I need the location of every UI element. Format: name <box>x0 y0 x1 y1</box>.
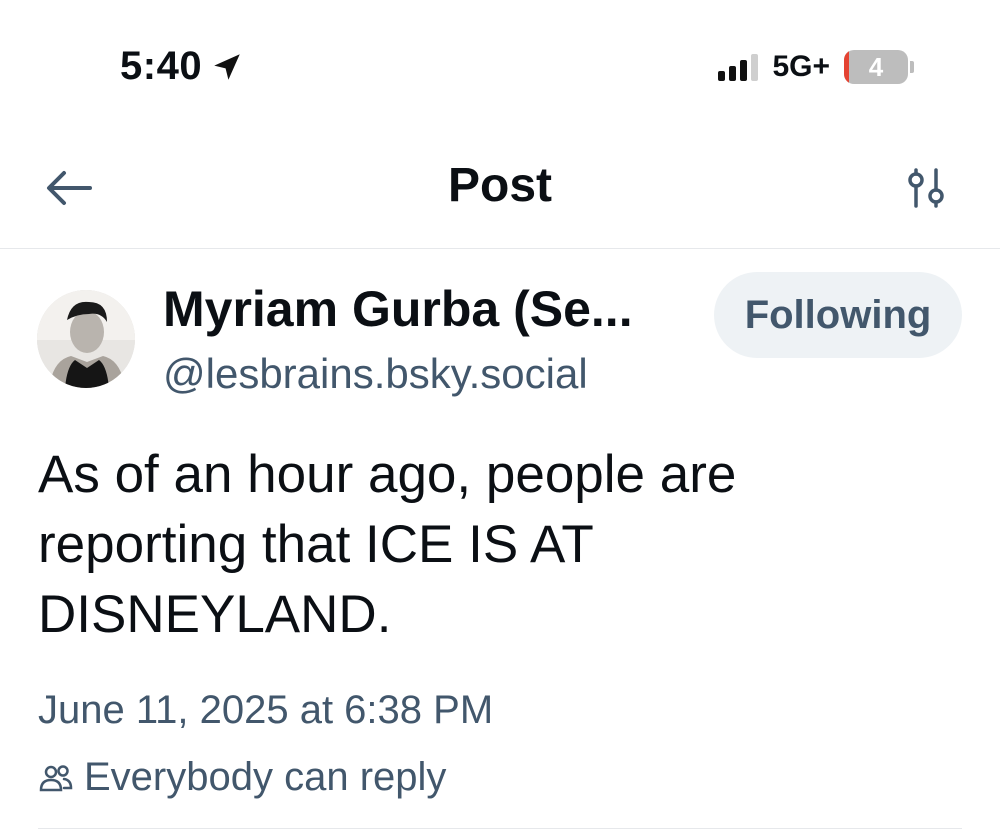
page-title: Post <box>447 159 552 212</box>
battery-icon: 4 <box>844 50 914 84</box>
status-time-text: 5:40 <box>120 44 203 88</box>
network-type: 5G+ <box>772 50 830 83</box>
header: Post <box>0 130 1000 249</box>
post-screen: 5:40 5G+ 4 Post Myriam Gurba (Se... @les… <box>0 0 1000 839</box>
location-arrow-icon <box>214 53 240 80</box>
status-time: 5:40 <box>120 44 244 89</box>
battery-level-fill <box>844 50 849 84</box>
battery-percent: 4 <box>868 51 884 82</box>
divider <box>38 828 962 829</box>
avatar[interactable] <box>37 290 135 388</box>
post-text: As of an hour ago, people are reporting … <box>38 445 737 644</box>
cellular-signal-icon <box>718 53 759 81</box>
reply-setting-label: Everybody can reply <box>84 755 447 799</box>
reply-setting[interactable]: Everybody can reply <box>38 755 446 800</box>
author-display-name[interactable]: Myriam Gurba (Se... <box>163 280 633 338</box>
post-timestamp: June 11, 2025 at 6:38 PM <box>38 688 494 732</box>
status-indicators: 5G+ 4 <box>718 50 914 84</box>
following-button[interactable]: Following <box>714 272 962 358</box>
people-icon <box>39 764 73 791</box>
sliders-icon[interactable] <box>906 166 946 210</box>
author-handle[interactable]: @lesbrains.bsky.social <box>163 350 588 398</box>
avatar-photo <box>37 290 135 388</box>
